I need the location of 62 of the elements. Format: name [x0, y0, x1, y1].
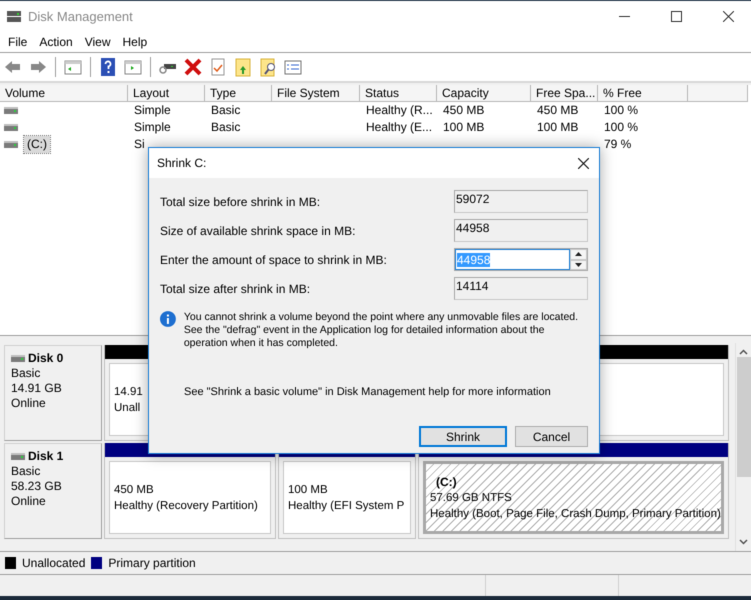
field-label: Total size before shrink in MB: [160, 194, 320, 208]
window-title: Disk Management [28, 8, 134, 24]
column-header[interactable]: Volume [0, 85, 128, 102]
column-header[interactable]: Capacity [437, 85, 531, 102]
table-cell-text: Healthy (E... [365, 119, 434, 136]
disk-type: Basic [11, 464, 42, 479]
table-cell-text: 100 MB [536, 119, 580, 136]
table-cell-text: 100 % [603, 119, 640, 136]
field-label: Total size after shrink in MB: [160, 282, 310, 296]
disk-size: 14.91 GB [11, 381, 63, 396]
column-header[interactable]: Type [205, 85, 272, 102]
dialog-title: Shrink C: [157, 156, 206, 170]
disk-name: Disk 1 [11, 449, 101, 464]
table-cell-text: Basic [210, 102, 242, 119]
partition-text: 450 MB [114, 482, 154, 498]
drive-letter[interactable]: (C:) [24, 136, 50, 153]
table-cell-text: 100 % [603, 102, 640, 119]
column-header[interactable]: Free Spa... [531, 85, 598, 102]
partition-text: 14.91 [114, 384, 143, 400]
disk-type: Basic [11, 366, 42, 381]
legend-label: Primary partition [108, 556, 196, 570]
column-header[interactable]: Status [360, 85, 437, 102]
field-label: Enter the amount of space to shrink in MB: [160, 252, 387, 266]
dialog-button[interactable]: Shrink [419, 426, 507, 447]
partition-text: 57.69 GB NTFS [430, 490, 512, 506]
table-cell-text: 450 MB [442, 102, 486, 119]
disk-size: 58.23 GB [11, 479, 63, 494]
menu-item[interactable]: File [2, 34, 34, 48]
menu-item[interactable]: Action [33, 34, 79, 48]
menu-item[interactable]: Help [116, 34, 154, 48]
readonly-field: 14114 [454, 277, 588, 300]
table-cell-text: 450 MB [536, 102, 580, 119]
table-cell-text: 100 MB [442, 119, 486, 136]
disk-info-panel[interactable]: Disk 1 Basic 58.23 GB Online [4, 443, 102, 539]
partition-label: (C:) [435, 474, 457, 490]
table-cell-text: Simple [133, 102, 172, 119]
table-cell-text: Healthy (R... [365, 102, 434, 119]
table-cell-text: Basic [210, 119, 242, 136]
disk-info-panel[interactable]: Disk 0 Basic 14.91 GB Online [4, 345, 102, 441]
table-cell-text: Simple [133, 119, 172, 136]
partition-text: Healthy (Recovery Partition) [114, 498, 258, 514]
info-message: You cannot shrink a volume beyond the point where any unmovable files are located. See the "defrag" event in the Application log for detailed information about the operation when it has completed. [184, 311, 580, 350]
dialog-button[interactable]: Cancel [515, 426, 588, 447]
readonly-field: 59072 [454, 190, 588, 213]
partition-text: Healthy (EFI System P [288, 498, 404, 514]
partition-text: Healthy (Boot, Page File, Crash Dump, Primary Partition) [430, 506, 721, 522]
partition-block[interactable]: (C:) 57.69 GB NTFS Healthy (Boot, Page File, Crash Dump, Primary Partition) [418, 443, 729, 539]
disk-status: Online [11, 396, 47, 411]
readonly-field: 44958 [454, 219, 588, 242]
partition-text: Unall [114, 400, 140, 416]
disk-name: Disk 0 [11, 351, 101, 366]
field-label: Size of available shrink space in MB: [160, 224, 356, 238]
table-cell-text: Si [133, 136, 146, 153]
table-cell-text: 79 % [603, 136, 632, 153]
column-header[interactable]: % Free [598, 85, 688, 102]
disk-status: Online [11, 494, 47, 509]
column-header[interactable]: File System [272, 85, 360, 102]
legend-label: Unallocated [22, 556, 86, 570]
help-message: See "Shrink a basic volume" in Disk Management help for more information [184, 386, 552, 398]
menu-item[interactable]: View [78, 34, 116, 48]
partition-text: 100 MB [288, 482, 328, 498]
column-header[interactable]: Layout [128, 85, 205, 102]
